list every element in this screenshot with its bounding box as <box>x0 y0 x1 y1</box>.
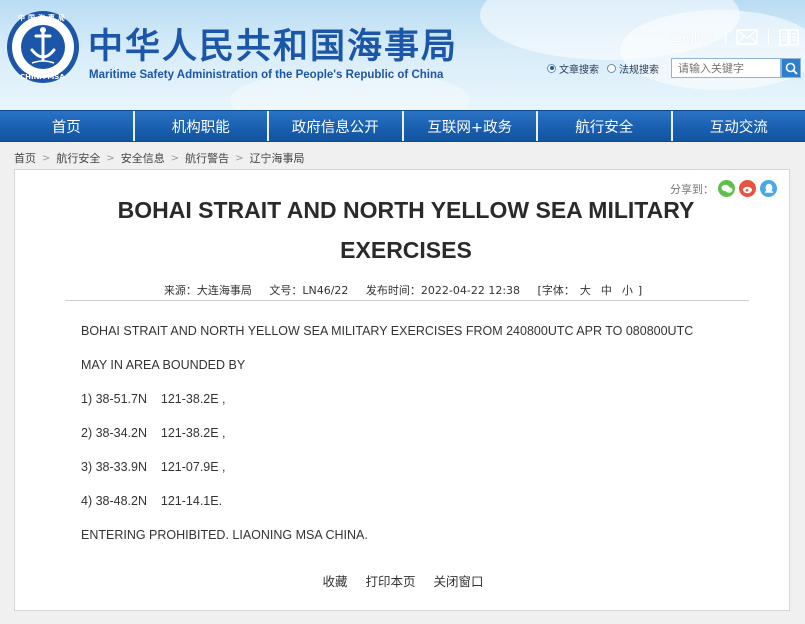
nav-item-functions[interactable]: 机构职能 <box>132 111 267 141</box>
font-size-large[interactable]: 大 <box>580 284 591 297</box>
article-paragraph: 3) 38-33.9N 121-07.9E , <box>81 460 226 474</box>
article-paragraph: BOHAI STRAIT AND NORTH YELLOW SEA MILITA… <box>81 324 694 338</box>
font-size-medium[interactable]: 中 <box>601 284 612 297</box>
font-size-suffix: ] <box>637 284 643 297</box>
article-body: BOHAI STRAIT AND NORTH YELLOW SEA MILITA… <box>81 320 741 558</box>
article-doc-no: 文号：LN46/22 <box>269 284 349 297</box>
breadcrumb-item[interactable]: 航行警告 <box>185 150 229 166</box>
print-link[interactable]: 打印本页 <box>365 574 415 589</box>
article-panel: 分享到： BOHAI STRAIT AND NORTH YELLOW SEA M… <box>14 169 790 611</box>
breadcrumb-item[interactable]: 辽宁海事局 <box>250 150 305 166</box>
radio-checked-icon[interactable] <box>547 63 556 73</box>
divider <box>768 29 769 45</box>
search-option-article-label: 文章搜索 <box>559 64 599 76</box>
weibo-share-icon[interactable] <box>739 180 756 197</box>
chevron-right-icon: > <box>235 152 244 164</box>
search-button[interactable] <box>781 58 801 78</box>
divider <box>725 29 726 45</box>
search-bar: 文章搜索 法规搜索 <box>547 58 801 78</box>
mail-icon[interactable] <box>736 29 758 45</box>
chevron-right-icon: > <box>170 152 180 164</box>
nav-item-internet-gov[interactable]: 互联网+政务 <box>401 111 536 141</box>
article-paragraph: 4) 38-48.2N 121-14.1E. <box>81 494 223 508</box>
logo-text-top: 中国海事局 <box>18 14 68 22</box>
site-name-cn[interactable]: 中华人民共和国海事局 <box>88 18 458 69</box>
article-paragraph: MAY IN AREA BOUNDED BY <box>81 358 246 372</box>
book-icon[interactable] <box>779 28 799 46</box>
nav-item-navigation-safety[interactable]: 航行安全 <box>536 111 671 141</box>
search-option-article[interactable]: 文章搜索 <box>547 61 599 76</box>
qq-share-icon[interactable] <box>760 180 777 197</box>
breadcrumb-item[interactable]: 首页 <box>14 150 36 166</box>
article-paragraph: 1) 38-51.7N 121-38.2E , <box>81 392 226 406</box>
article-source: 来源：大连海事局 <box>163 284 252 297</box>
article-actions: 收藏 打印本页 关闭窗口 <box>15 571 791 590</box>
search-option-law[interactable]: 法规搜索 <box>607 61 659 76</box>
favorite-link[interactable]: 收藏 <box>322 574 347 589</box>
search-option-law-label: 法规搜索 <box>619 64 659 76</box>
breadcrumb-item[interactable]: 航行安全 <box>56 150 100 166</box>
search-icon <box>785 62 798 75</box>
font-size-small[interactable]: 小 <box>622 284 633 297</box>
main-nav: 首页 机构职能 政府信息公开 互联网+政务 航行安全 互动交流 <box>0 110 805 142</box>
article-title: BOHAI STRAIT AND NORTH YELLOW SEA MILITA… <box>117 197 695 263</box>
article-meta: 来源：大连海事局 文号：LN46/22 发布时间：2022-04-22 12:3… <box>15 282 791 298</box>
nav-item-gov-info[interactable]: 政府信息公开 <box>267 111 402 141</box>
top-links: English <box>669 28 799 46</box>
logo-text-bottom: CHINA MSA <box>20 73 65 81</box>
article-paragraph: ENTERING PROHIBITED. LIAONING MSA CHINA. <box>81 528 368 542</box>
search-input[interactable] <box>671 58 781 78</box>
radio-unchecked-icon[interactable] <box>607 63 616 73</box>
nav-item-interaction[interactable]: 互动交流 <box>670 111 805 141</box>
chevron-right-icon: > <box>106 152 115 164</box>
site-header: 中国海事局 CHINA MSA 中华人民共和国海事局 Maritime Safe… <box>0 0 805 110</box>
chevron-right-icon: > <box>42 152 51 164</box>
english-link[interactable]: English <box>669 29 715 45</box>
article-publish-time: 发布时间：2022-04-22 12:38 <box>365 284 521 297</box>
breadcrumb-item[interactable]: 安全信息 <box>121 150 165 166</box>
wechat-share-icon[interactable] <box>718 180 735 197</box>
site-name-en: Maritime Safety Administration of the Pe… <box>89 69 444 81</box>
article-paragraph: 2) 38-34.2N 121-38.2E , <box>81 426 226 440</box>
close-window-link[interactable]: 关闭窗口 <box>433 574 483 589</box>
font-size-prefix: [字体： <box>537 284 575 297</box>
divider <box>65 300 749 301</box>
breadcrumb: 首页 > 航行安全 > 安全信息 > 航行警告 > 辽宁海事局 <box>14 150 305 166</box>
nav-item-home[interactable]: 首页 <box>0 111 133 141</box>
